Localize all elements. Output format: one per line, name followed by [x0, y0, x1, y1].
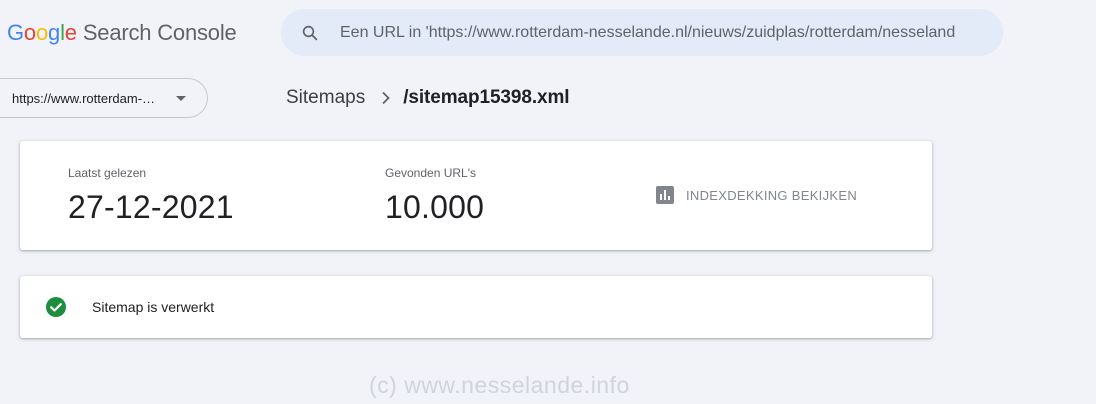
url-inspection-input[interactable]	[340, 23, 955, 42]
sitemap-status-row: Sitemap is verwerkt	[46, 297, 214, 317]
chevron-right-icon	[381, 91, 391, 105]
search-icon[interactable]	[300, 23, 320, 43]
view-index-coverage-button[interactable]: INDEXDEKKING BEKIJKEN	[656, 186, 857, 204]
logo-letter: o	[23, 20, 36, 45]
found-urls-value: 10.000	[385, 189, 485, 225]
product-name: Search Console	[82, 20, 237, 45]
sitemap-status-text: Sitemap is verwerkt	[92, 299, 215, 315]
sitemap-status-card: Sitemap is verwerkt	[20, 276, 932, 338]
dropdown-caret-icon	[176, 95, 186, 101]
breadcrumb-sitemaps-link[interactable]: Sitemaps	[286, 87, 365, 109]
found-urls-label: Gevonden URL's	[385, 166, 477, 180]
logo-letter: g	[48, 20, 61, 45]
logo-letter: G	[7, 20, 24, 45]
watermark: (c) www.nesselande.info	[369, 372, 630, 398]
property-selector[interactable]: https://www.rotterdam-nesselande.nl/	[0, 78, 208, 118]
found-urls-stat: Gevonden URL's 10.000	[385, 166, 484, 226]
google-search-console-logo[interactable]: Google Search Console	[7, 20, 237, 46]
url-inspection-search[interactable]	[281, 9, 1003, 56]
breadcrumb: Sitemaps /sitemap15398.xml	[286, 87, 570, 109]
check-circle-icon	[46, 297, 66, 317]
view-index-coverage-label: INDEXDEKKING BEKIJKEN	[686, 187, 858, 203]
breadcrumb-current: /sitemap15398.xml	[403, 87, 570, 108]
property-url: https://www.rotterdam-nesselande.nl/	[12, 90, 162, 106]
last-read-label: Laatst gelezen	[68, 166, 147, 180]
logo-letter: o	[35, 20, 49, 45]
logo-letter: e	[64, 20, 77, 45]
last-read-stat: Laatst gelezen 27-12-2021	[68, 166, 234, 226]
sitemap-stats-card: Laatst gelezen 27-12-2021 Gevonden URL's…	[20, 141, 932, 250]
last-read-value: 27-12-2021	[68, 189, 234, 225]
bar-chart-icon	[656, 186, 674, 204]
